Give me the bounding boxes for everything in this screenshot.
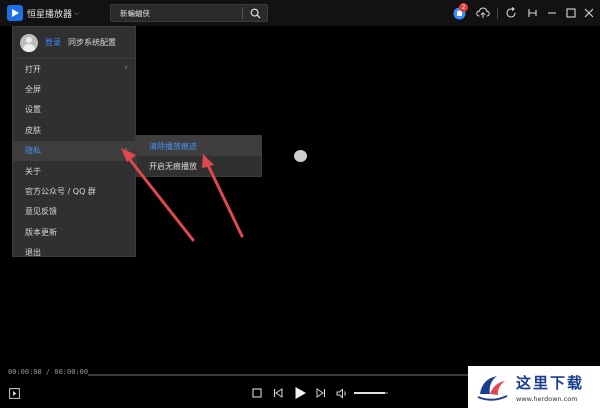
chevron-right-icon: ›	[124, 144, 128, 155]
time-label: 00:00:00 / 00:00:00	[8, 368, 89, 376]
watermark-logo-icon	[477, 376, 508, 401]
submenu-item-clear-history[interactable]: 清除播放痕迹	[137, 136, 261, 156]
app-title: 恒星播放器	[27, 10, 73, 20]
sync-settings-label[interactable]: 同步系统配置	[68, 37, 116, 48]
menu-item-skin[interactable]: 皮肤	[13, 120, 135, 140]
stop-icon[interactable]	[249, 385, 265, 401]
playlist-toggle-icon[interactable]	[6, 385, 22, 401]
user-row: 登录 同步系统配置	[13, 27, 135, 59]
menu-item-feedback[interactable]: 意见反馈	[13, 202, 135, 222]
submenu-item-label: 开启无痕播放	[149, 161, 197, 171]
search-box	[110, 4, 268, 22]
menu-item-label: 全屏	[25, 85, 41, 95]
login-link[interactable]: 登录	[45, 37, 61, 48]
menu-item-label: 皮肤	[25, 125, 41, 135]
chevron-right-icon: ›	[124, 63, 128, 73]
mouse-cursor-icon	[294, 150, 307, 162]
menu-item-exit[interactable]: 退出	[13, 243, 135, 263]
refresh-icon[interactable]	[503, 5, 519, 21]
privacy-submenu: 清除播放痕迹 开启无痕播放	[136, 135, 262, 177]
titlebar-separator	[497, 8, 498, 19]
submenu-item-incognito[interactable]: 开启无痕播放	[137, 156, 261, 176]
menu-item-open[interactable]: 打开 ›	[13, 59, 135, 79]
volume-slider[interactable]	[354, 392, 388, 394]
maximize-icon[interactable]	[563, 5, 579, 21]
play-icon[interactable]	[291, 384, 309, 402]
title-bar: 恒星播放器 ⌵ 2	[0, 0, 600, 26]
notification-badge: 2	[459, 3, 468, 12]
menu-item-label: 意见反馈	[25, 207, 57, 217]
menu-item-official-account[interactable]: 官方公众号 / QQ 群	[13, 181, 135, 201]
search-input[interactable]	[111, 5, 242, 21]
close-icon[interactable]	[581, 5, 597, 21]
menu-item-label: 打开	[25, 64, 41, 74]
menu-item-privacy[interactable]: 隐私 ›	[13, 140, 135, 161]
menu-item-label: 退出	[25, 248, 41, 258]
menu-item-about[interactable]: 关于	[13, 161, 135, 181]
play-logo-icon[interactable]	[7, 5, 23, 21]
avatar[interactable]	[20, 33, 38, 52]
volume-slider-fill	[354, 392, 385, 394]
main-menu: 登录 同步系统配置 打开 › 全屏 设置 皮肤 隐私 › 关于 官方公众号 / …	[12, 26, 136, 257]
pin-icon[interactable]	[524, 5, 540, 21]
volume-icon[interactable]	[334, 385, 350, 401]
next-icon[interactable]	[313, 385, 329, 401]
cloud-upload-icon[interactable]	[475, 5, 491, 21]
notification-icon[interactable]: 2	[451, 3, 468, 21]
app-menu-toggle[interactable]: 恒星播放器 ⌵	[27, 7, 79, 20]
menu-item-label: 版本更新	[25, 227, 57, 237]
watermark-url: www.herdown.com	[516, 394, 578, 403]
menu-item-fullscreen[interactable]: 全屏	[13, 79, 135, 99]
search-icon[interactable]	[243, 5, 267, 21]
menu-item-settings[interactable]: 设置	[13, 100, 135, 120]
watermark-text: 这里下载 www.herdown.com	[516, 372, 584, 403]
menu-item-label: 隐私	[25, 146, 41, 156]
menu-item-label: 官方公众号 / QQ 群	[25, 187, 96, 197]
watermark: 这里下载 www.herdown.com	[468, 366, 600, 408]
menu-item-label: 关于	[25, 166, 41, 176]
progress-bar[interactable]	[88, 374, 468, 376]
submenu-item-label: 清除播放痕迹	[149, 141, 197, 151]
menu-item-update[interactable]: 版本更新	[13, 222, 135, 242]
previous-icon[interactable]	[270, 385, 286, 401]
minimize-icon[interactable]	[544, 5, 560, 21]
chevron-down-icon: ⌵	[74, 9, 80, 17]
watermark-title: 这里下载	[516, 373, 585, 392]
menu-item-label: 设置	[25, 105, 41, 115]
